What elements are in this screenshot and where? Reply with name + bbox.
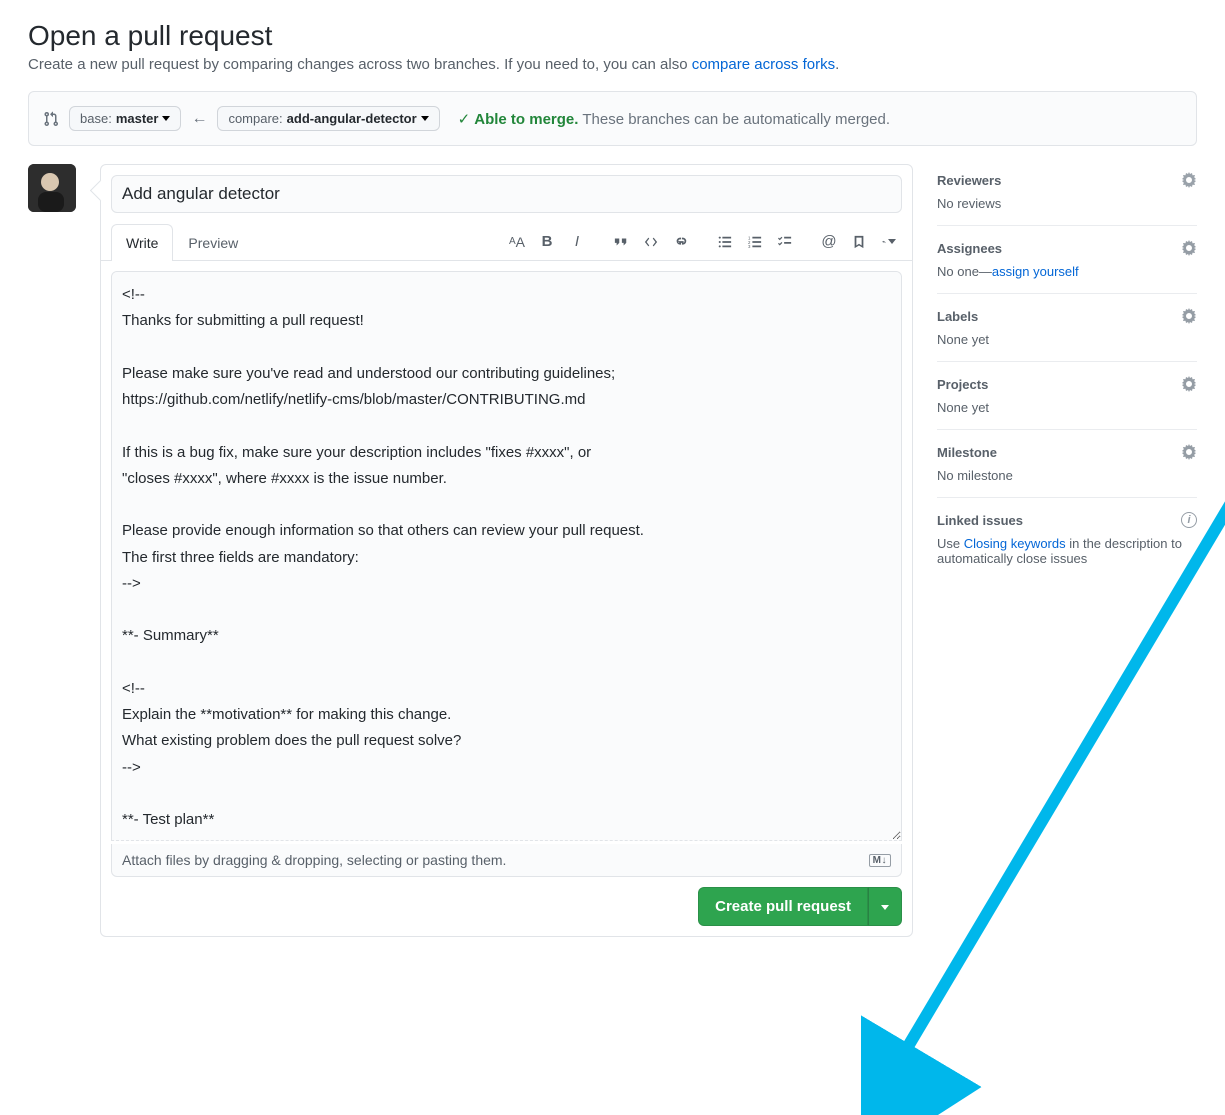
compare-forks-link[interactable]: compare across forks: [692, 56, 835, 73]
gear-icon[interactable]: [1181, 444, 1197, 460]
sidebar-linked-issues: Linked issuesi Use Closing keywords in t…: [937, 498, 1197, 580]
tab-preview[interactable]: Preview: [173, 224, 253, 261]
editor-toolbar: AA B I 123 @: [490, 225, 902, 259]
chevron-down-icon: [881, 905, 889, 910]
page-title: Open a pull request: [28, 20, 1197, 52]
pr-title-input[interactable]: [111, 175, 902, 213]
quote-icon[interactable]: [608, 229, 634, 255]
task-list-icon[interactable]: [772, 229, 798, 255]
assign-yourself-link[interactable]: assign yourself: [992, 264, 1079, 279]
sidebar-labels[interactable]: Labels None yet: [937, 294, 1197, 362]
tab-write[interactable]: Write: [111, 224, 173, 261]
merge-status: ✓Able to merge. These branches can be au…: [458, 110, 890, 128]
closing-keywords-link[interactable]: Closing keywords: [964, 536, 1066, 551]
gear-icon[interactable]: [1181, 240, 1197, 256]
link-icon[interactable]: [668, 229, 694, 255]
bold-icon[interactable]: B: [534, 229, 560, 255]
unordered-list-icon[interactable]: [712, 229, 738, 255]
code-icon[interactable]: [638, 229, 664, 255]
info-icon[interactable]: i: [1181, 512, 1197, 528]
heading-icon[interactable]: AA: [504, 229, 530, 255]
reference-icon[interactable]: [846, 229, 872, 255]
sidebar-milestone[interactable]: Milestone No milestone: [937, 430, 1197, 498]
pr-sidebar: Reviewers No reviews Assignees No one—as…: [937, 164, 1197, 580]
svg-text:3: 3: [748, 244, 751, 249]
sidebar-reviewers[interactable]: Reviewers No reviews: [937, 164, 1197, 226]
create-pr-dropdown[interactable]: [868, 887, 902, 926]
reply-icon[interactable]: [876, 229, 902, 255]
arrow-left-icon: ←: [191, 110, 207, 128]
gear-icon[interactable]: [1181, 308, 1197, 324]
attach-hint-text: Attach files by dragging & dropping, sel…: [122, 852, 506, 868]
sidebar-projects[interactable]: Projects None yet: [937, 362, 1197, 430]
chevron-down-icon: [162, 116, 170, 121]
compare-branch-select[interactable]: compare: add-angular-detector: [217, 106, 439, 131]
attach-hint[interactable]: Attach files by dragging & dropping, sel…: [111, 844, 902, 877]
markdown-badge-icon[interactable]: M↓: [869, 854, 891, 867]
sidebar-assignees[interactable]: Assignees No one—assign yourself: [937, 226, 1197, 294]
compare-bar: base: master ← compare: add-angular-dete…: [28, 91, 1197, 146]
gear-icon[interactable]: [1181, 172, 1197, 188]
create-pr-button[interactable]: Create pull request: [698, 887, 868, 926]
mention-icon[interactable]: @: [816, 229, 842, 255]
git-compare-icon: [43, 111, 59, 127]
pr-body-textarea[interactable]: [111, 271, 902, 841]
pr-editor: Write Preview AA B I 123: [100, 164, 913, 937]
avatar: [28, 164, 76, 212]
check-icon: ✓: [458, 111, 471, 128]
ordered-list-icon[interactable]: 123: [742, 229, 768, 255]
page-subtitle: Create a new pull request by comparing c…: [28, 56, 1197, 73]
editor-tabs: Write Preview AA B I 123: [101, 223, 912, 261]
italic-icon[interactable]: I: [564, 229, 590, 255]
gear-icon[interactable]: [1181, 376, 1197, 392]
chevron-down-icon: [421, 116, 429, 121]
base-branch-select[interactable]: base: master: [69, 106, 181, 131]
